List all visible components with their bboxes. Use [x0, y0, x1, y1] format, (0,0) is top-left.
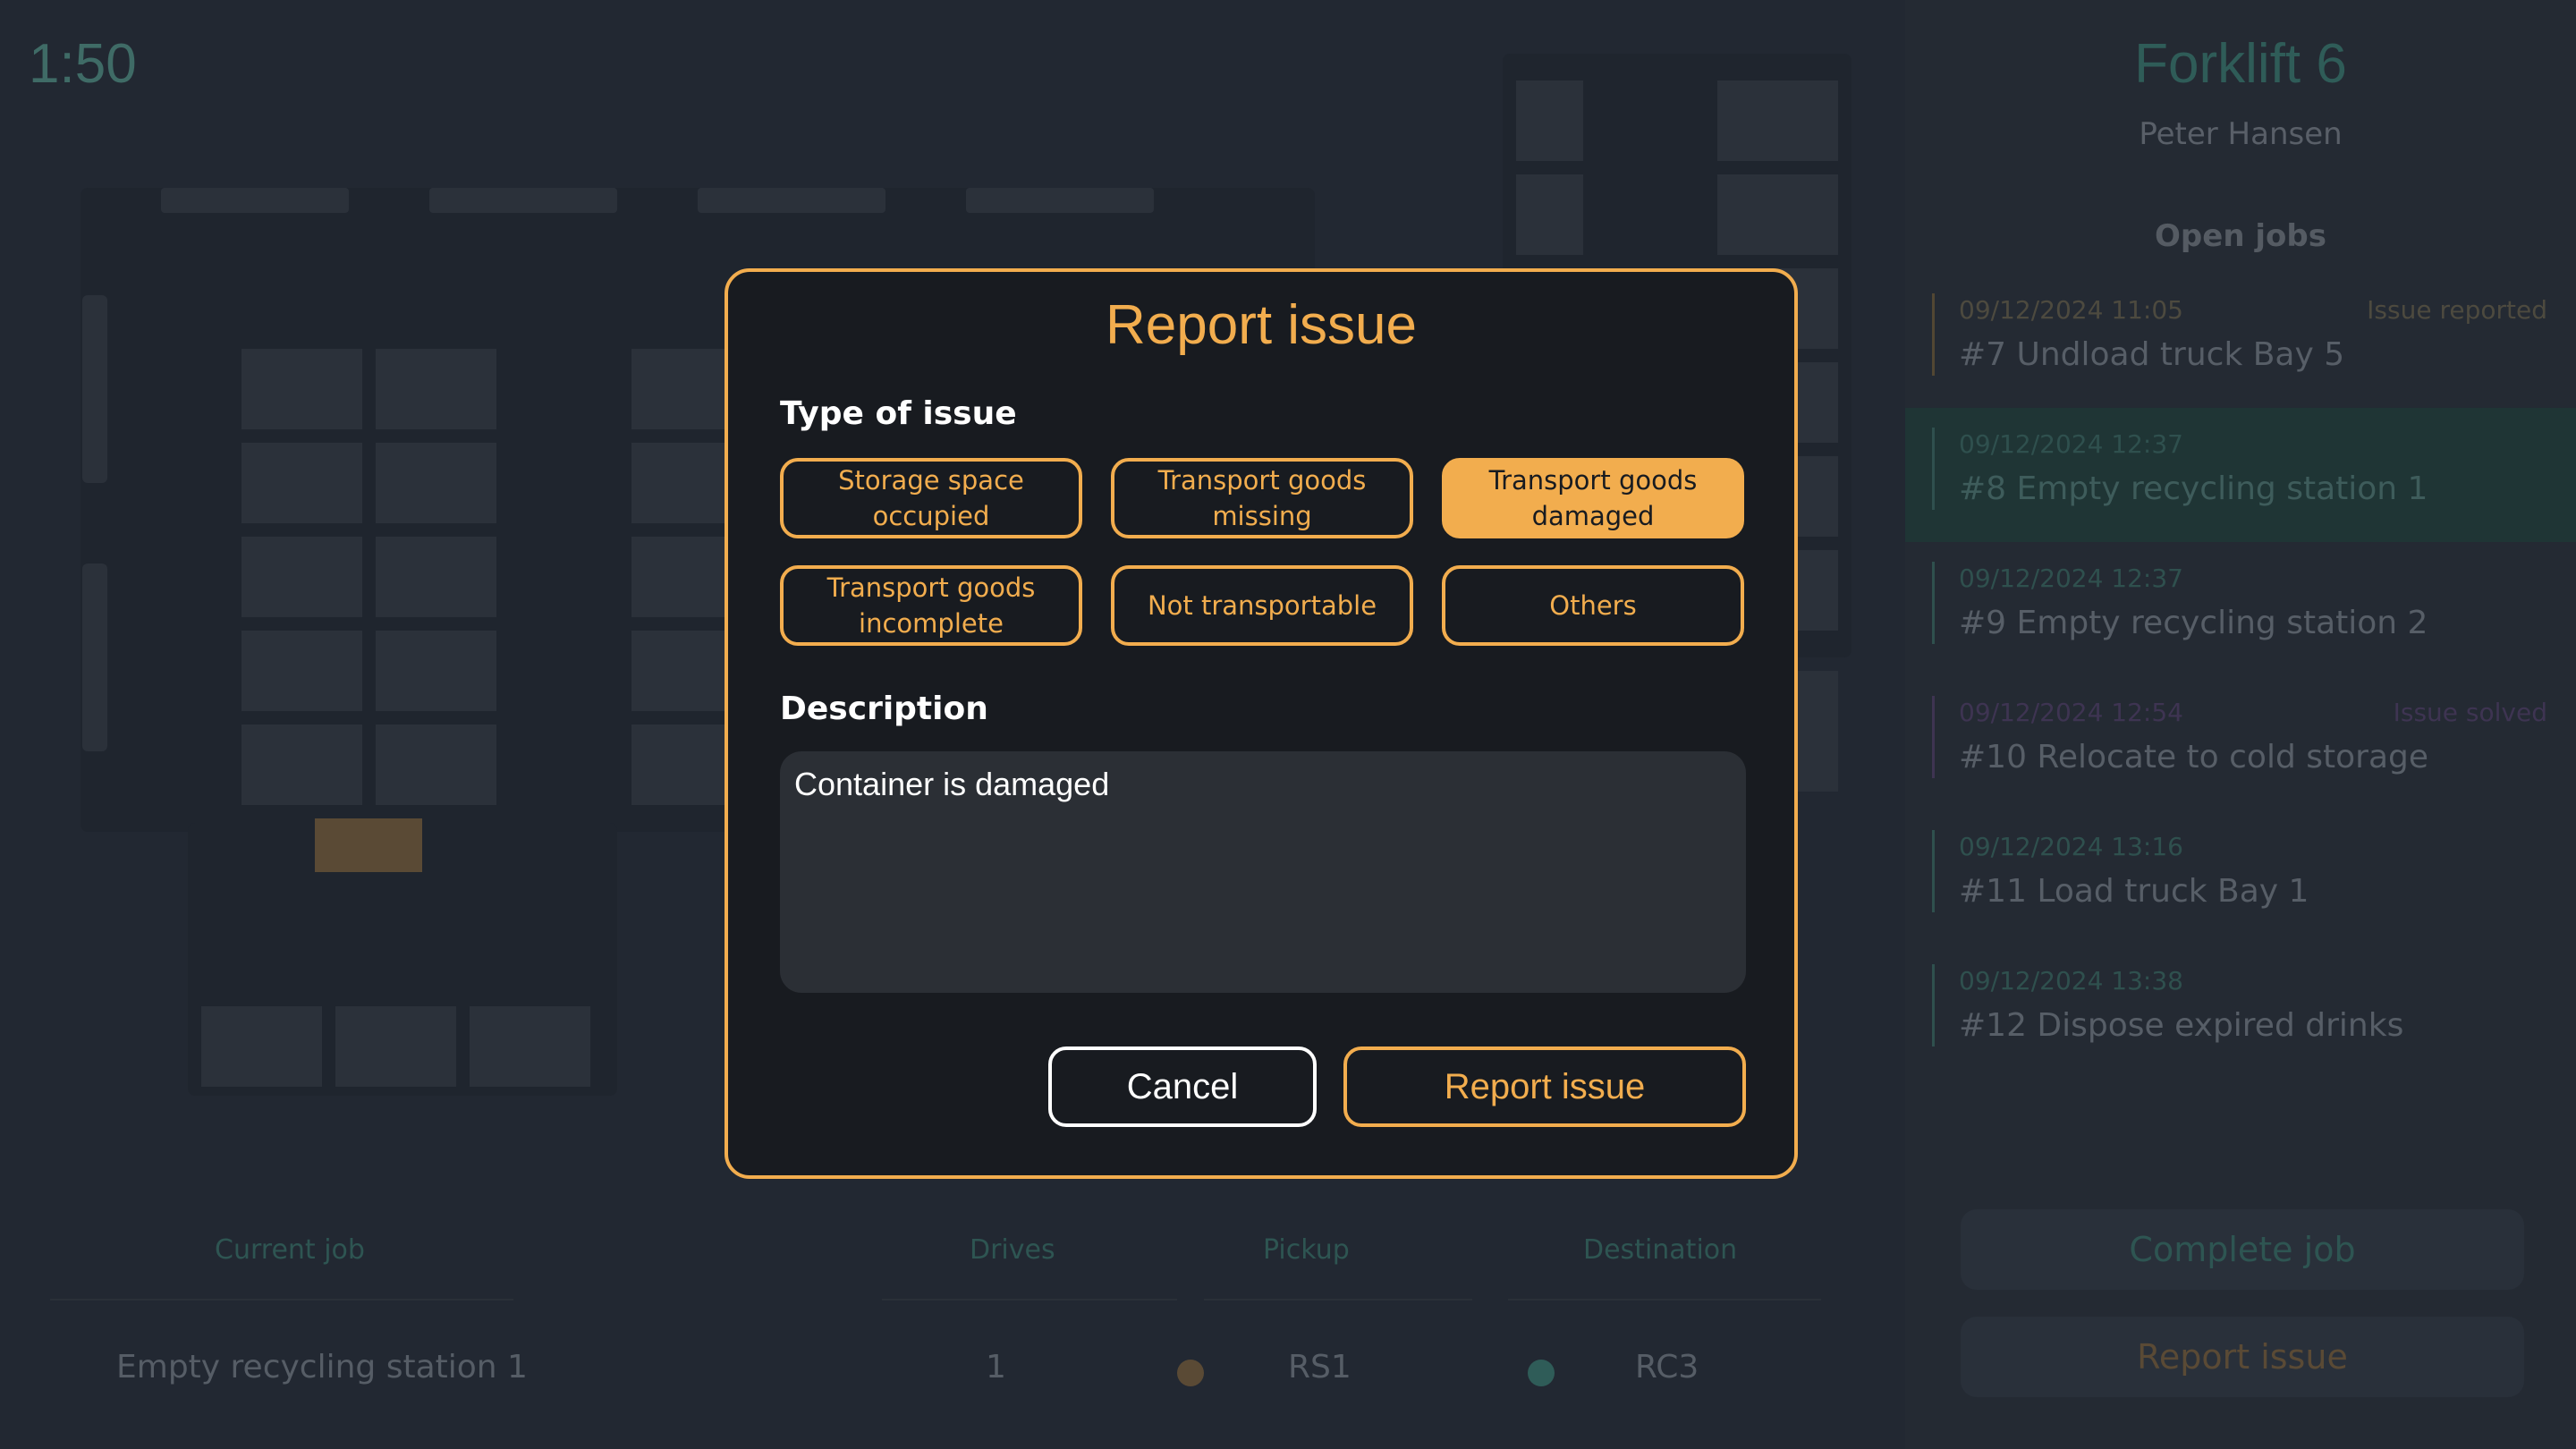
job-title: #12 Dispose expired drinks [1959, 1007, 2404, 1044]
recycling-station-marker [315, 818, 422, 872]
rack [242, 443, 362, 523]
job-title: #11 Load truck Bay 1 [1959, 873, 2309, 910]
option-storage-space-occupied[interactable]: Storage space occupied [780, 458, 1082, 538]
job-item[interactable]: 09/12/2024 12:54 Issue solved #10 Reloca… [1905, 676, 2576, 810]
header-drives: Drives [970, 1234, 1055, 1266]
job-date: 09/12/2024 12:37 [1959, 429, 2183, 459]
job-date: 09/12/2024 12:37 [1959, 564, 2183, 593]
header-divider [1204, 1299, 1472, 1301]
destination-color-dot [1528, 1360, 1555, 1386]
description-field[interactable]: Container is damaged [780, 751, 1746, 993]
job-status-bar [1932, 428, 1935, 510]
dock-2 [429, 188, 617, 213]
forklift-name: Forklift 6 [2134, 33, 2347, 95]
job-item[interactable]: 09/12/2024 12:37 #9 Empty recycling stat… [1905, 542, 2576, 676]
side-door-1 [82, 295, 107, 483]
drives-value: 1 [986, 1349, 1006, 1385]
header-current-job: Current job [215, 1234, 365, 1266]
rack [242, 724, 362, 805]
rack [631, 537, 724, 617]
job-status-bar [1932, 964, 1935, 1046]
option-transport-goods-incomplete[interactable]: Transport goods incomplete [780, 565, 1082, 646]
rack [1717, 174, 1838, 255]
rack [631, 349, 724, 429]
dialog-title: Report issue [1105, 294, 1418, 356]
current-job-value: Empty recycling station 1 [116, 1349, 528, 1385]
job-date: 09/12/2024 12:54 [1959, 698, 2183, 727]
forklift-app: 1:50 Current job Drives Pickup Destinati… [0, 0, 2576, 1449]
clock: 1:50 [29, 33, 137, 95]
jobs-panel: Forklift 6 Peter Hansen Open jobs 09/12/… [1905, 0, 2576, 1449]
rack [376, 724, 496, 805]
rack [242, 631, 362, 711]
side-door-2 [82, 564, 107, 751]
report-issue-panel-button[interactable]: Report issue [1961, 1317, 2524, 1397]
rack [335, 1006, 456, 1087]
dock-3 [698, 188, 886, 213]
driver-name: Peter Hansen [2139, 116, 2343, 152]
description-heading: Description [780, 691, 988, 727]
option-transport-goods-damaged[interactable]: Transport goods damaged [1442, 458, 1744, 538]
job-status-bar [1932, 830, 1935, 912]
job-title: #9 Empty recycling station 2 [1959, 605, 2428, 641]
pickup-color-dot [1177, 1360, 1204, 1386]
header-divider [882, 1299, 1177, 1301]
rack [1717, 80, 1838, 161]
complete-job-button[interactable]: Complete job [1961, 1209, 2524, 1290]
dock-4 [966, 188, 1154, 213]
open-jobs-heading: Open jobs [2155, 218, 2326, 254]
rack [631, 724, 724, 805]
destination-value: RC3 [1635, 1349, 1699, 1385]
rack [1516, 80, 1583, 161]
cancel-button[interactable]: Cancel [1048, 1046, 1317, 1127]
dock-1 [161, 188, 349, 213]
report-issue-dialog: Report issue Type of issue Storage space… [724, 268, 1798, 1179]
job-date: 09/12/2024 13:38 [1959, 966, 2183, 996]
rack [376, 349, 496, 429]
option-others[interactable]: Others [1442, 565, 1744, 646]
job-status-bar [1932, 562, 1935, 644]
rack [242, 349, 362, 429]
job-flag: Issue reported [2367, 295, 2547, 325]
header-destination: Destination [1583, 1234, 1738, 1266]
header-divider [50, 1299, 513, 1301]
rack [376, 443, 496, 523]
rack [201, 1006, 322, 1087]
job-item-selected[interactable]: 09/12/2024 12:37 #8 Empty recycling stat… [1905, 408, 2576, 542]
rack [1516, 174, 1583, 255]
job-title: #8 Empty recycling station 1 [1959, 470, 2428, 507]
job-item[interactable]: 09/12/2024 11:05 Issue reported #7 Undlo… [1905, 274, 2576, 408]
job-item[interactable]: 09/12/2024 13:16 #11 Load truck Bay 1 [1905, 810, 2576, 945]
report-issue-button[interactable]: Report issue [1343, 1046, 1746, 1127]
job-flag: Issue solved [2393, 698, 2547, 727]
option-not-transportable[interactable]: Not transportable [1111, 565, 1413, 646]
job-date: 09/12/2024 13:16 [1959, 832, 2183, 861]
type-of-issue-heading: Type of issue [780, 395, 1017, 432]
header-pickup: Pickup [1263, 1234, 1350, 1266]
job-date: 09/12/2024 11:05 [1959, 295, 2183, 325]
rack [631, 631, 724, 711]
job-title: #7 Undload truck Bay 5 [1959, 336, 2345, 373]
pickup-value: RS1 [1288, 1349, 1352, 1385]
job-item[interactable]: 09/12/2024 13:38 #12 Dispose expired dri… [1905, 945, 2576, 1079]
rack [470, 1006, 590, 1087]
job-title: #10 Relocate to cold storage [1959, 739, 2429, 775]
rack [242, 537, 362, 617]
header-divider [1508, 1299, 1821, 1301]
rack [376, 537, 496, 617]
job-status-bar [1932, 696, 1935, 778]
option-transport-goods-missing[interactable]: Transport goods missing [1111, 458, 1413, 538]
job-status-bar [1932, 293, 1935, 376]
rack [376, 631, 496, 711]
rack [631, 443, 724, 523]
